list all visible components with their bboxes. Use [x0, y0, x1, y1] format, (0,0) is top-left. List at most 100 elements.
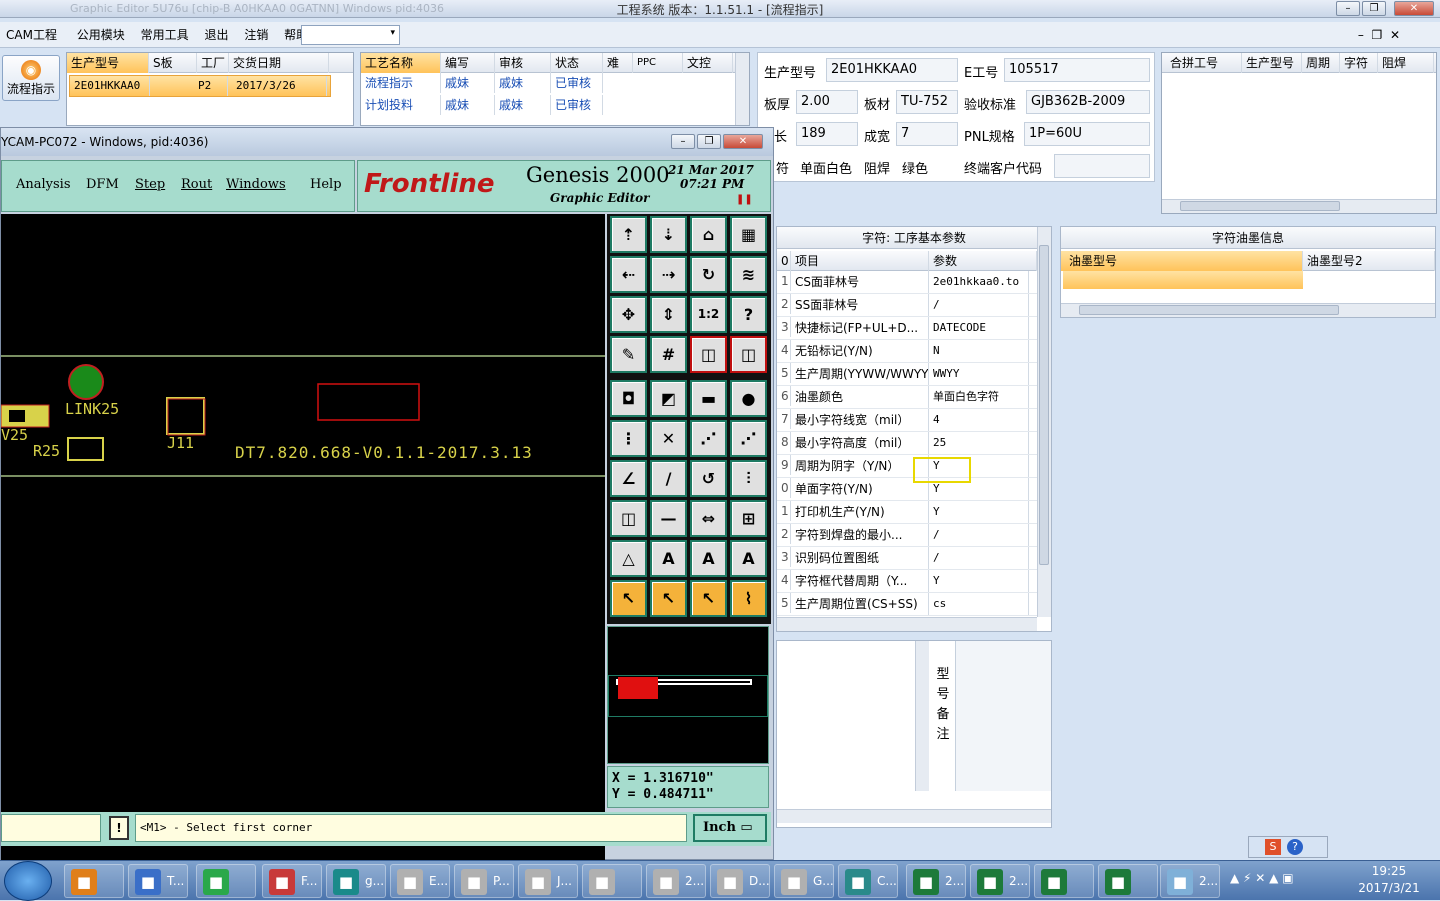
genesis-minimize[interactable]: – — [671, 134, 695, 149]
unit-selector[interactable]: Inch ▭ — [693, 814, 767, 842]
col-ink2[interactable]: 油墨型号2 — [1303, 251, 1435, 271]
move-up-icon[interactable]: ⇡ — [610, 216, 647, 253]
pointer-b-icon[interactable]: ↖ — [650, 580, 687, 617]
taskbar-item[interactable]: ■ g... — [326, 864, 386, 898]
fin-field[interactable]: 7 — [896, 122, 958, 146]
col-date[interactable]: 交货日期 — [229, 53, 329, 73]
table-row[interactable]: 2E01HKKAA0 P2 2017/3/26 — [69, 75, 331, 97]
table-row[interactable]: 3 识别码位置图纸 / — [777, 547, 1051, 570]
home-icon[interactable]: ⌂ — [690, 216, 727, 253]
col-reviewer[interactable]: 审核 — [495, 53, 551, 73]
col-factory[interactable]: 工厂 — [197, 53, 229, 73]
text-c-icon[interactable]: A — [730, 540, 767, 577]
close-button[interactable]: ✕ — [1394, 1, 1434, 16]
rotate-icon[interactable]: ↻ — [690, 256, 727, 293]
col-s[interactable]: S板 — [149, 53, 197, 73]
col-status[interactable]: 状态 — [551, 53, 603, 73]
col-model2[interactable]: 生产型号 — [1242, 53, 1302, 73]
process-scrollbar[interactable] — [735, 53, 749, 125]
text-b-icon[interactable]: A — [690, 540, 727, 577]
menu-windows[interactable]: Windows — [226, 177, 286, 192]
standard-field[interactable]: GJB362B-2009 — [1026, 90, 1150, 114]
merge-hscroll[interactable] — [1162, 199, 1436, 213]
col-char[interactable]: 字符 — [1340, 53, 1378, 73]
snap-icon[interactable]: ✎ — [610, 336, 647, 373]
triangle-icon[interactable]: △ — [610, 540, 647, 577]
ink-hscroll[interactable] — [1061, 303, 1435, 317]
taskbar-item[interactable]: ■ — [582, 864, 642, 898]
start-button[interactable] — [4, 861, 52, 901]
taskbar-item[interactable]: ■ — [64, 864, 124, 898]
col-param[interactable]: 参数 — [929, 251, 1037, 271]
pointer-c-icon[interactable]: ↖ — [690, 580, 727, 617]
route-icon[interactable]: ⋮ — [610, 420, 647, 457]
mini-map[interactable] — [607, 626, 769, 764]
text-a-icon[interactable]: A — [650, 540, 687, 577]
measure-icon[interactable]: ▬ — [690, 380, 727, 417]
char-field[interactable]: 单面白色 — [800, 158, 852, 177]
flow-indicator-button[interactable]: ◉ 流程指示 — [2, 55, 60, 101]
taskbar-item[interactable]: ■ — [1034, 864, 1094, 898]
grid-icon[interactable]: # — [650, 336, 687, 373]
mdi-controls[interactable]: – ❐ ✕ — [1352, 22, 1400, 48]
taskbar-item[interactable]: ■ — [1098, 864, 1158, 898]
length-field[interactable]: 189 — [796, 122, 858, 146]
select-pad-icon[interactable]: ● — [730, 380, 767, 417]
pcb-canvas[interactable]: LINK25 V25 R25 J11 DT7.820.668-V0.1.1-20… — [1, 214, 605, 898]
table-row[interactable]: 2 字符到焊盘的最小... / — [777, 524, 1051, 547]
taskbar-item[interactable]: ■ P... — [454, 864, 514, 898]
net-a-icon[interactable]: ◫ — [690, 336, 727, 373]
module-combo[interactable] — [301, 25, 400, 45]
move-down-icon[interactable]: ⇣ — [650, 216, 687, 253]
menu-cam[interactable]: CAM工程 — [0, 22, 57, 48]
net-b-icon[interactable]: ◫ — [730, 336, 767, 373]
taskbar-item[interactable]: ■ C... — [838, 864, 898, 898]
e-work-field[interactable]: 105517 — [1004, 58, 1150, 82]
clock[interactable]: 19:25 2017/3/21 — [1354, 863, 1424, 897]
col-item[interactable]: 项目 — [791, 251, 929, 271]
line-icon[interactable]: / — [650, 460, 687, 497]
table-row[interactable]: 4 无铅标记(Y/N) N — [777, 340, 1051, 363]
restore-button[interactable]: ❐ — [1362, 1, 1386, 16]
table-row[interactable]: 计划投料 戚妹 戚妹 已审核 — [361, 95, 749, 117]
minimize-button[interactable]: – — [1336, 1, 1360, 16]
taskbar-item[interactable]: ■ T... — [128, 864, 188, 898]
taskbar-item[interactable]: ■ E... — [390, 864, 450, 898]
status-input[interactable] — [1, 814, 101, 842]
table-row[interactable]: 5 生产周期位置(CS+SS) cs — [777, 593, 1051, 616]
taskbar-item[interactable]: ■ 2... — [1160, 864, 1220, 898]
material-field[interactable]: TU-752 — [896, 90, 958, 114]
menu-step[interactable]: Step — [135, 177, 165, 192]
menu-analysis[interactable]: Analysis — [16, 177, 71, 192]
transform-icon[interactable]: ◩ — [650, 380, 687, 417]
menu-dfm[interactable]: DFM — [86, 177, 119, 192]
language-bar[interactable]: S ? — [1248, 836, 1328, 858]
arc-a-icon[interactable]: ⋰ — [690, 420, 727, 457]
col-difficulty[interactable]: 难 — [603, 53, 633, 73]
taskbar-item[interactable]: ■ F... — [262, 864, 322, 898]
tray-icons[interactable]: ▲ ⚡ ✕ ▲ ▣ — [1230, 871, 1294, 885]
taskbar-item[interactable]: ■ 2... — [970, 864, 1030, 898]
col-merge-no[interactable]: 合拼工号 — [1162, 53, 1242, 73]
col-doc[interactable]: 文控 — [683, 53, 733, 73]
col-ppc[interactable]: PPC — [633, 53, 683, 73]
alert-icon[interactable]: ! — [109, 816, 129, 840]
pointer-a-icon[interactable]: ↖ — [610, 580, 647, 617]
menu-exit[interactable]: 退出 — [192, 22, 228, 48]
feature-icon[interactable]: ◘ — [610, 380, 647, 417]
table-row[interactable]: 3 快捷标记(FP+UL+D... DATECODE — [777, 317, 1051, 340]
path-icon[interactable]: ⌇ — [730, 580, 767, 617]
genesis-restore[interactable]: ❐ — [697, 134, 721, 149]
table-row[interactable]: 7 最小字符线宽（mil） 4 — [777, 409, 1051, 432]
pad-icon[interactable]: ◫ — [610, 500, 647, 537]
taskbar-item[interactable]: ■ 2... — [906, 864, 966, 898]
col-cycle[interactable]: 周期 — [1302, 53, 1340, 73]
ime-icon[interactable]: S — [1265, 839, 1281, 855]
menu-tools[interactable]: 常用工具 — [129, 22, 189, 48]
col-writer[interactable]: 编写 — [441, 53, 495, 73]
taskbar-item[interactable]: ■ D... — [710, 864, 770, 898]
col-process[interactable]: 工艺名称 — [361, 53, 441, 73]
scale-icon[interactable]: 1:2 — [690, 296, 727, 333]
table-row[interactable]: 流程指示 戚妹 戚妹 已审核 — [361, 73, 749, 95]
dimension-icon[interactable]: ⇔ — [690, 500, 727, 537]
